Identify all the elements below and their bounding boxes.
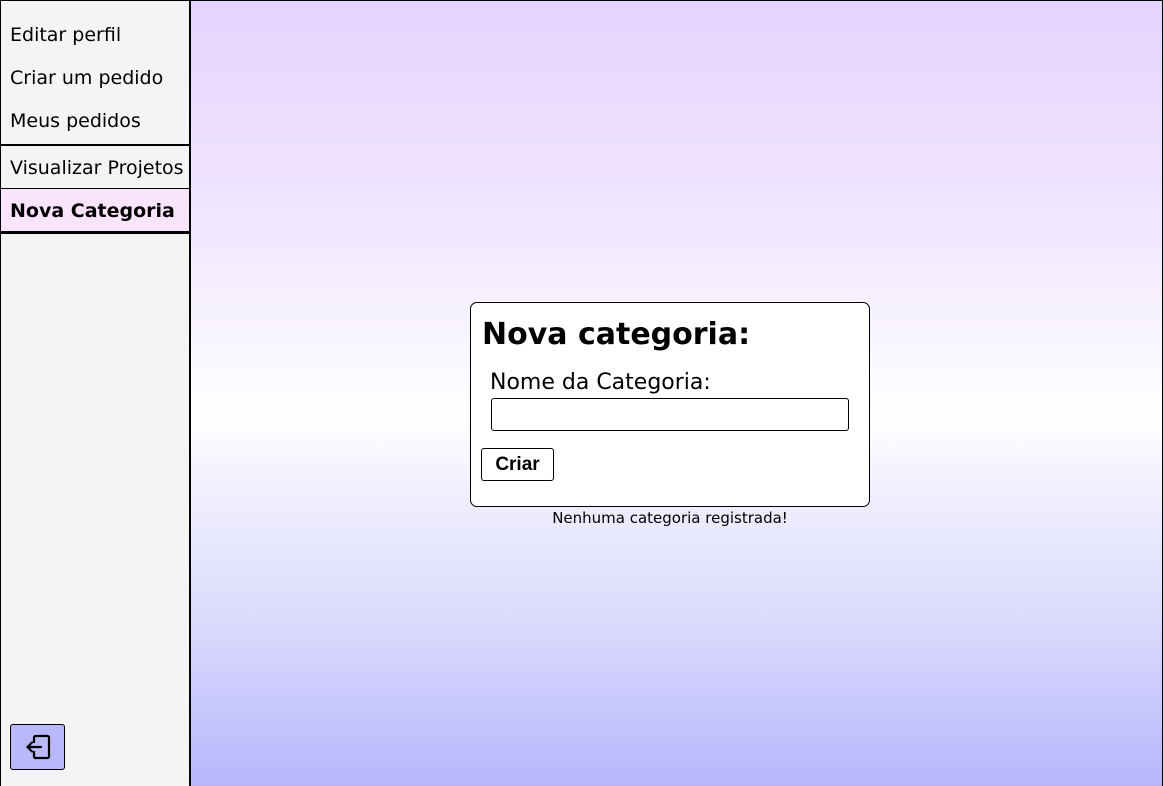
- sidebar: Editar perfil Criar um pedido Meus pedid…: [0, 0, 191, 786]
- create-button[interactable]: Criar: [481, 448, 554, 481]
- empty-categories-message: Nenhuma categoria registrada!: [552, 509, 788, 527]
- new-category-form: Nova categoria: Nome da Categoria: Criar: [470, 302, 870, 507]
- sidebar-nav: Editar perfil Criar um pedido Meus pedid…: [1, 1, 189, 234]
- sidebar-item-editar-perfil[interactable]: Editar perfil: [1, 15, 189, 58]
- sidebar-item-nova-categoria[interactable]: Nova Categoria: [1, 188, 189, 234]
- sidebar-item-visualizar-projetos[interactable]: Visualizar Projetos: [1, 144, 189, 188]
- category-name-label: Nome da Categoria:: [490, 370, 711, 395]
- logout-icon: [25, 734, 50, 760]
- logout-button[interactable]: [10, 724, 65, 770]
- sidebar-item-meus-pedidos[interactable]: Meus pedidos: [1, 101, 189, 144]
- category-name-input[interactable]: [491, 398, 849, 431]
- form-title: Nova categoria:: [482, 317, 751, 352]
- app-window: Editar perfil Criar um pedido Meus pedid…: [0, 0, 1163, 786]
- main-content: Nova categoria: Nome da Categoria: Criar…: [191, 0, 1163, 786]
- sidebar-item-criar-pedido[interactable]: Criar um pedido: [1, 58, 189, 101]
